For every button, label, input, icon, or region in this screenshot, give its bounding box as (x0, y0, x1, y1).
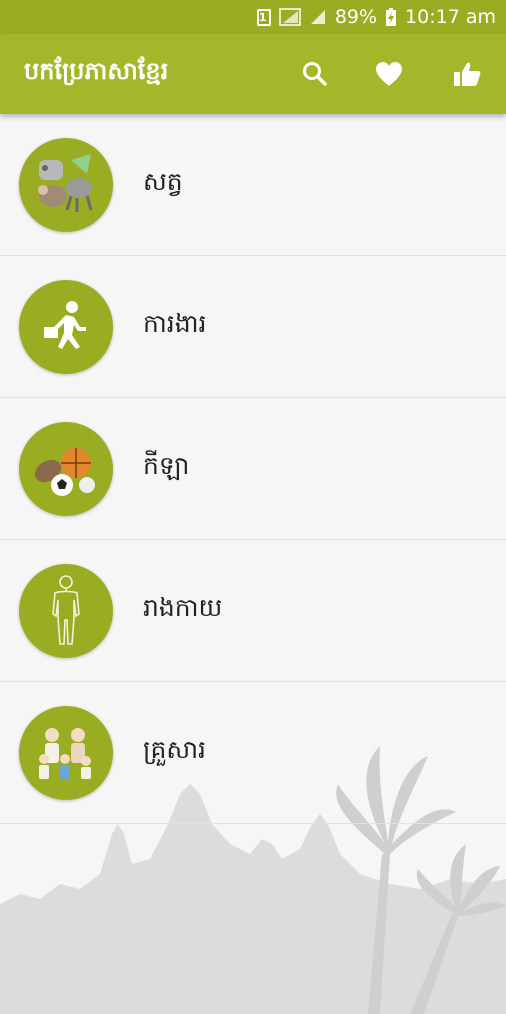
app-bar: បកប្រែភាសាខ្មែរ (0, 34, 506, 114)
category-item-animals[interactable]: សត្វ (0, 114, 506, 256)
work-icon (44, 300, 86, 349)
clock: 10:17 am (405, 6, 496, 28)
status-bar: 1 89% 10:17 am (0, 0, 506, 34)
thumbs-up-icon (454, 62, 481, 86)
category-item-sports[interactable]: កីឡា (0, 398, 506, 540)
category-label: ការងារ (143, 308, 207, 338)
heart-icon (376, 62, 402, 86)
body-icon (52, 574, 80, 645)
rate-button[interactable] (449, 56, 485, 92)
category-item-body[interactable]: រាងកាយ (0, 540, 506, 682)
category-item-work[interactable]: ការងារ (0, 256, 506, 398)
category-label: កីឡា (143, 450, 190, 480)
category-label: សត្វ (143, 166, 183, 196)
family-avatar (19, 705, 113, 800)
battery-charging-icon (385, 7, 397, 27)
category-list: សត្វ ការងារ កីឡា រាងកាយ គ្រួសារ (0, 114, 506, 1014)
work-avatar (19, 279, 113, 374)
category-label: គ្រួសារ (143, 734, 206, 764)
wifi-signal-icon (279, 8, 301, 26)
sim-card-icon: 1 (256, 8, 271, 26)
search-icon (303, 62, 327, 86)
favorites-button[interactable] (371, 56, 407, 92)
animals-icon (38, 153, 93, 212)
search-button[interactable] (297, 56, 333, 92)
animals-avatar (19, 137, 113, 232)
category-label: រាងកាយ (143, 592, 223, 622)
battery-percent: 89% (334, 6, 378, 28)
family-icon (39, 727, 91, 779)
category-item-family[interactable]: គ្រួសារ (0, 682, 506, 824)
app-title: បកប្រែភាសាខ្មែរ (24, 57, 169, 85)
cell-signal-icon (309, 8, 327, 26)
sports-icon (34, 447, 95, 496)
sports-avatar (19, 421, 113, 516)
body-avatar (19, 563, 113, 658)
